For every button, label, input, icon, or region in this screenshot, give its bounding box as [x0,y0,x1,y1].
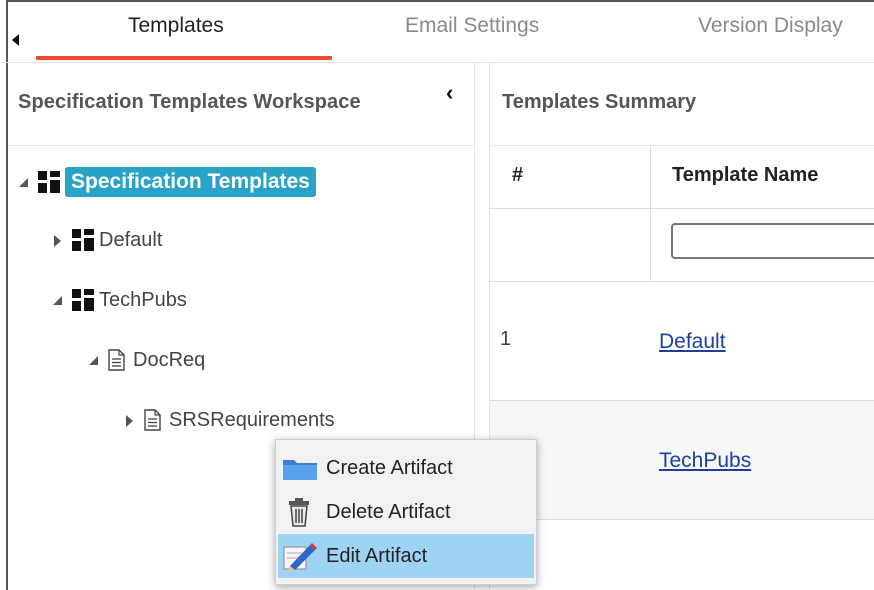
tree-node-label[interactable]: TechPubs [99,289,187,312]
document-icon [108,349,125,371]
menu-item-label: Delete Artifact [326,500,451,523]
document-icon [144,409,161,431]
template-group-icon [38,171,60,193]
tree-node-techpubs[interactable]: TechPubs [50,283,187,317]
template-link[interactable]: TechPubs [659,449,751,473]
trash-icon [289,498,309,527]
active-tab-indicator [36,56,332,60]
workspace-header: Specification Templates Workspace ‹ [8,63,474,146]
expand-toggle-icon[interactable] [50,293,64,307]
folder-icon [283,460,317,480]
tab-bar: Templates Email Settings Version Display [0,0,874,63]
grid-header-row: # Template Name [490,146,874,209]
summary-header: Templates Summary [490,63,874,146]
edit-pencil-icon [283,543,317,571]
tree-node-label[interactable]: SRSRequirements [169,409,335,432]
menu-item-label: Create Artifact [326,456,453,479]
menu-item-create-artifact[interactable]: Create Artifact [278,446,534,490]
grid-filter-row [490,209,874,282]
expand-toggle-icon[interactable] [122,413,136,427]
tree-node-root[interactable]: Specification Templates [16,165,316,199]
expand-toggle-icon[interactable] [16,175,30,189]
summary-panel: Templates Summary # Template Name 1 Defa… [489,63,874,590]
tree-node-label[interactable]: DocReq [133,349,205,372]
collapse-panel-icon[interactable]: ‹ [446,82,453,104]
column-header-number[interactable]: # [512,164,523,187]
tab-templates[interactable]: Templates [128,14,224,38]
template-group-icon [72,229,94,251]
tab-version-display[interactable]: Version Display [698,14,843,38]
tab-email-settings[interactable]: Email Settings [405,14,539,38]
template-link[interactable]: Default [659,330,726,354]
tree-node-label[interactable]: Default [99,229,162,252]
cell-number: 1 [500,328,512,350]
tree-node-srsrequirements[interactable]: SRSRequirements [122,403,335,437]
tree-node-docreq[interactable]: DocReq [86,343,205,377]
template-group-icon [72,289,94,311]
context-menu: Create Artifact Delete Artifact Edit Art… [275,439,537,585]
table-row[interactable]: 1 Default [490,282,874,401]
template-name-filter-input[interactable] [671,223,874,259]
table-row[interactable]: TechPubs [490,401,874,520]
summary-title: Templates Summary [502,91,697,113]
column-header-template-name[interactable]: Template Name [672,164,818,187]
tab-scroll-left-icon[interactable] [12,34,19,46]
tree-node-label[interactable]: Specification Templates [65,167,316,197]
expand-toggle-icon[interactable] [86,353,100,367]
tree-node-default[interactable]: Default [50,223,162,257]
menu-item-delete-artifact[interactable]: Delete Artifact [278,490,534,534]
workspace-title: Specification Templates Workspace [18,91,361,113]
expand-toggle-icon[interactable] [50,233,64,247]
menu-item-edit-artifact[interactable]: Edit Artifact [278,534,534,578]
menu-item-label: Edit Artifact [326,544,428,567]
